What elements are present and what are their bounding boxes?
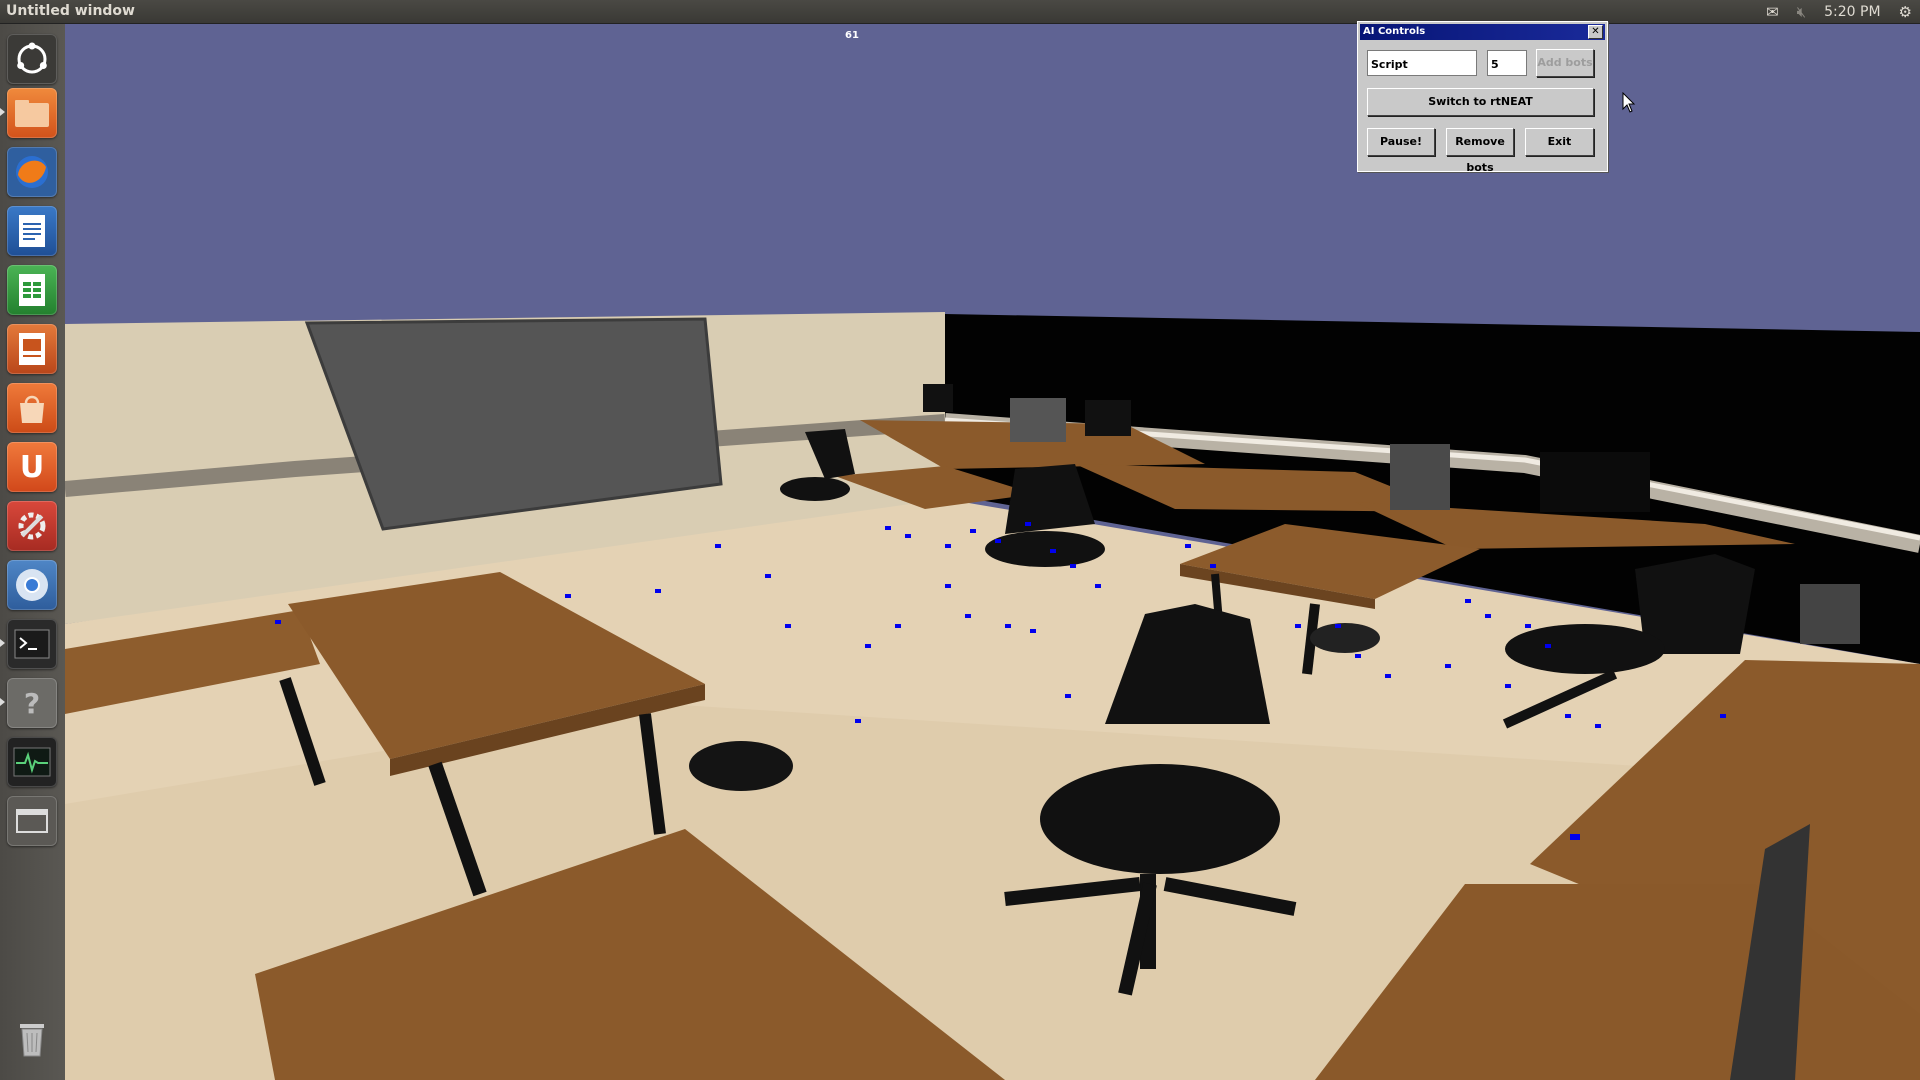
monitor bbox=[923, 384, 953, 412]
trash-button[interactable] bbox=[7, 1014, 57, 1064]
firefox-icon bbox=[16, 156, 48, 188]
help-icon: ? bbox=[23, 686, 41, 720]
bot-count-input[interactable]: 5 bbox=[1487, 50, 1527, 76]
ubuntu-logo-icon bbox=[17, 42, 47, 74]
switch-rtneat-button[interactable]: Switch to rtNEAT bbox=[1367, 88, 1594, 116]
exit-button[interactable]: Exit bbox=[1525, 128, 1594, 156]
mouse-cursor-icon bbox=[1622, 92, 1636, 113]
fps-counter: 61 bbox=[845, 30, 859, 41]
workspace-switcher-button[interactable] bbox=[7, 796, 57, 846]
terminal-button[interactable] bbox=[7, 619, 57, 669]
chromium-icon bbox=[16, 569, 48, 601]
impress-button[interactable] bbox=[7, 324, 57, 374]
spreadsheet-icon bbox=[19, 274, 45, 306]
system-monitor-icon bbox=[13, 747, 51, 777]
calc-button[interactable] bbox=[7, 265, 57, 315]
help-button[interactable]: ? bbox=[7, 678, 57, 728]
dash-home-button[interactable] bbox=[7, 34, 57, 84]
ai-controls-titlebar[interactable]: AI Controls ✕ bbox=[1360, 24, 1605, 40]
sky-background bbox=[65, 24, 1920, 354]
top-panel: Untitled window ✉ 🔇︎ 5:20 PM ⚙ bbox=[0, 0, 1920, 24]
close-button[interactable]: ✕ bbox=[1588, 25, 1603, 39]
mail-icon[interactable]: ✉ bbox=[1766, 2, 1779, 22]
folder-icon bbox=[15, 100, 49, 127]
files-button[interactable] bbox=[7, 88, 57, 138]
ai-controls-dialog: AI Controls ✕ Script 5 Add bots Switch t… bbox=[1357, 21, 1608, 174]
robot-disk bbox=[689, 741, 793, 791]
mode-input[interactable]: Script bbox=[1367, 50, 1477, 76]
software-center-button[interactable] bbox=[7, 383, 57, 433]
classroom-scene bbox=[65, 24, 1920, 1080]
trash-icon bbox=[20, 1024, 44, 1057]
system-tray: ✉ 🔇︎ 5:20 PM ⚙ bbox=[1766, 2, 1912, 22]
terminal-icon bbox=[14, 629, 50, 659]
chromium-button[interactable] bbox=[7, 560, 57, 610]
clock[interactable]: 5:20 PM bbox=[1824, 2, 1880, 22]
window-title: Untitled window bbox=[6, 3, 135, 19]
presentation-icon bbox=[19, 333, 45, 365]
gear-icon[interactable]: ⚙ bbox=[1899, 2, 1912, 22]
close-icon: ✕ bbox=[1591, 26, 1600, 37]
workspace-icon bbox=[16, 809, 48, 833]
game-viewport[interactable]: 61 bbox=[65, 24, 1920, 1080]
robot-disk bbox=[1310, 623, 1380, 653]
shopping-bag-icon bbox=[20, 395, 44, 423]
pc-tower bbox=[1390, 444, 1450, 510]
writer-button[interactable] bbox=[7, 206, 57, 256]
add-bots-button[interactable]: Add bots bbox=[1536, 49, 1594, 77]
settings-button[interactable] bbox=[7, 501, 57, 551]
launcher: U ? bbox=[0, 24, 66, 1080]
document-icon bbox=[19, 215, 45, 247]
remove-bots-button[interactable]: Remove bots bbox=[1446, 128, 1514, 174]
ubuntu-one-icon: U bbox=[19, 449, 45, 485]
wrench-icon bbox=[18, 512, 46, 540]
ubuntu-one-button[interactable]: U bbox=[7, 442, 57, 492]
firefox-button[interactable] bbox=[7, 147, 57, 197]
pause-button[interactable]: Pause! bbox=[1367, 128, 1435, 156]
volume-muted-icon[interactable]: 🔇︎ bbox=[1797, 2, 1806, 22]
monitor bbox=[1540, 452, 1650, 512]
system-monitor-button[interactable] bbox=[7, 737, 57, 787]
ai-controls-title: AI Controls bbox=[1363, 26, 1426, 37]
